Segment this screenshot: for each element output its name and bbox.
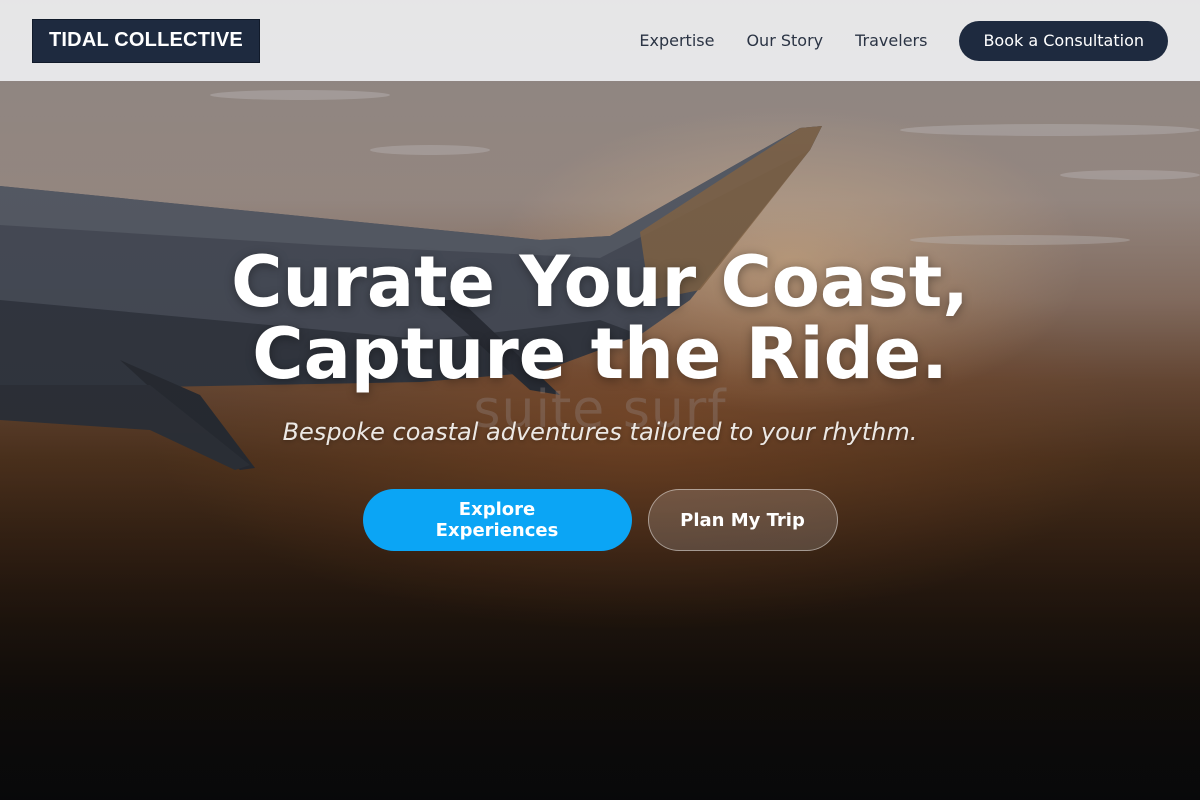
explore-experiences-button[interactable]: Explore Experiences bbox=[362, 489, 632, 551]
hero-button-row: Explore Experiences Plan My Trip bbox=[0, 489, 1200, 551]
hero-section: suite surf Curate Your Coast, Capture th… bbox=[0, 0, 1200, 800]
hero-title-line-2: Capture the Ride. bbox=[252, 313, 948, 395]
hero-title-line-1: Curate Your Coast, bbox=[231, 241, 969, 323]
hero-title: Curate Your Coast, Capture the Ride. bbox=[0, 246, 1200, 390]
hero-subtitle: Bespoke coastal adventures tailored to y… bbox=[282, 418, 918, 446]
plan-my-trip-button[interactable]: Plan My Trip bbox=[647, 489, 838, 551]
